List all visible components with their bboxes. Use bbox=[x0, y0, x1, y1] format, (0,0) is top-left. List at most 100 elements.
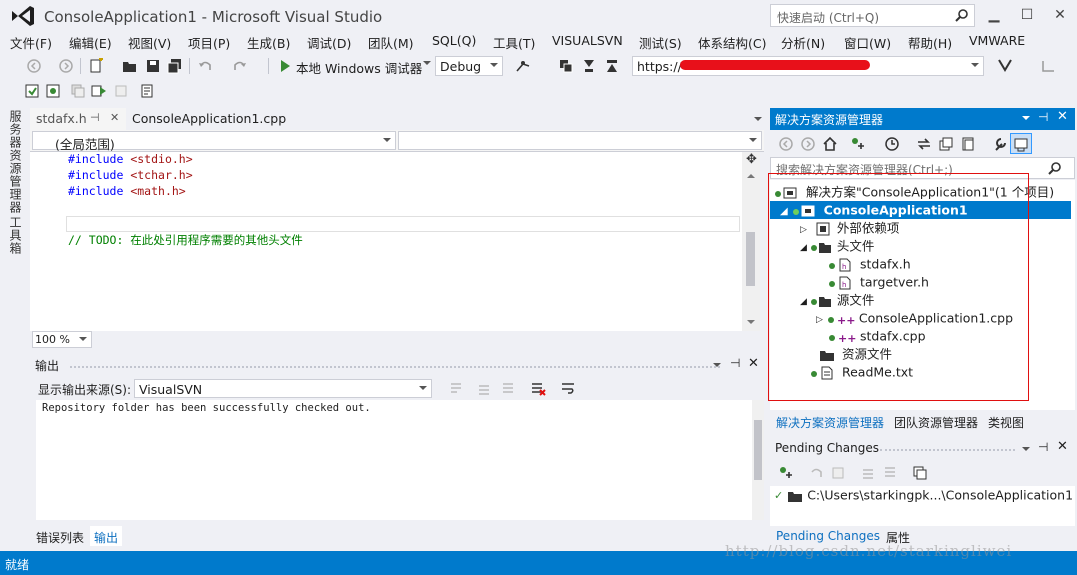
config-dropdown[interactable]: Debug bbox=[435, 56, 503, 76]
panel-menu-icon[interactable] bbox=[1022, 447, 1030, 451]
split-icon[interactable]: ✥ bbox=[746, 152, 757, 167]
menu-sql[interactable]: SQL(Q) bbox=[432, 33, 476, 48]
close-icon[interactable]: ✕ bbox=[748, 356, 759, 371]
revert-icon[interactable] bbox=[830, 465, 846, 481]
preview-toggle[interactable] bbox=[1010, 133, 1032, 154]
step-into-icon[interactable] bbox=[581, 58, 597, 74]
properties-icon[interactable] bbox=[992, 136, 1008, 152]
chevron-down-icon[interactable] bbox=[423, 61, 431, 65]
menu-team[interactable]: 团队(M) bbox=[368, 33, 414, 52]
home-icon[interactable] bbox=[822, 136, 838, 152]
menu-architecture[interactable]: 体系结构(C) bbox=[698, 33, 766, 52]
menu-analyze[interactable]: 分析(N) bbox=[781, 33, 825, 52]
scope-dropdown[interactable]: (全局范围) bbox=[32, 131, 396, 152]
tab-overflow-icon[interactable] bbox=[754, 117, 762, 121]
tab-team-explorer[interactable]: 团队资源管理器 bbox=[894, 414, 978, 431]
step-icon[interactable] bbox=[558, 58, 574, 74]
svn-run-icon[interactable] bbox=[91, 83, 107, 99]
pin-icon[interactable]: ⊣ bbox=[730, 356, 740, 370]
toolbox-tab[interactable]: 工具箱 bbox=[7, 216, 24, 255]
output-vertical-scrollbar[interactable] bbox=[752, 400, 764, 520]
tab-consoleapplication1-cpp[interactable]: ConsoleApplication1.cpp bbox=[126, 108, 326, 130]
member-dropdown[interactable] bbox=[398, 131, 762, 150]
pin-icon[interactable]: ⊣ bbox=[90, 111, 100, 124]
attach-process-icon[interactable] bbox=[515, 58, 531, 74]
refresh-icon[interactable] bbox=[778, 465, 794, 481]
menu-debug[interactable]: 调试(D) bbox=[307, 33, 351, 52]
undo-icon[interactable] bbox=[808, 465, 824, 481]
copy-icon[interactable] bbox=[912, 465, 928, 481]
menu-edit[interactable]: 编辑(E) bbox=[69, 33, 112, 52]
menu-vmware[interactable]: VMWARE bbox=[969, 33, 1025, 48]
svn-copy-icon[interactable] bbox=[70, 83, 86, 99]
menu-project[interactable]: 项目(P) bbox=[188, 33, 230, 52]
close-icon[interactable]: ✕ bbox=[110, 111, 119, 124]
output-source-dropdown[interactable]: VisualSVN bbox=[134, 379, 432, 398]
word-wrap-icon[interactable] bbox=[560, 381, 576, 397]
menu-tools[interactable]: 工具(T) bbox=[493, 33, 535, 52]
menu-help[interactable]: 帮助(H) bbox=[908, 33, 952, 52]
tab-stdafx-h[interactable]: stdafx.h ⊣ ✕ bbox=[30, 108, 126, 130]
svn-disabled-icon[interactable] bbox=[113, 83, 129, 99]
sync-icon[interactable] bbox=[916, 136, 932, 152]
show-all-files-icon[interactable] bbox=[960, 136, 976, 152]
pin-icon[interactable]: ⊣ bbox=[1038, 110, 1048, 124]
goto-next-icon[interactable] bbox=[500, 381, 516, 397]
clear-all-icon[interactable] bbox=[530, 381, 546, 397]
goto-prev-icon[interactable] bbox=[860, 465, 876, 481]
forward-icon[interactable] bbox=[58, 58, 74, 74]
back-icon[interactable] bbox=[778, 136, 794, 152]
goto-next-icon[interactable] bbox=[882, 465, 898, 481]
svn-commit-icon[interactable] bbox=[45, 83, 61, 99]
svn-blame-icon[interactable] bbox=[140, 83, 156, 99]
tab-error-list[interactable]: 错误列表 bbox=[36, 529, 84, 546]
menu-view[interactable]: 视图(V) bbox=[128, 33, 171, 52]
minimize-button[interactable]: ▁ bbox=[983, 6, 1005, 26]
panel-grip[interactable] bbox=[70, 366, 720, 368]
quick-launch-input[interactable]: 快速启动 (Ctrl+Q) bbox=[770, 4, 975, 27]
prev-message-icon[interactable] bbox=[448, 381, 464, 397]
layout-icon[interactable] bbox=[1040, 58, 1056, 74]
panel-grip[interactable] bbox=[880, 449, 1015, 451]
menu-window[interactable]: 窗口(W) bbox=[844, 33, 891, 52]
collapse-all-icon[interactable] bbox=[938, 136, 954, 152]
panel-menu-icon[interactable] bbox=[713, 363, 721, 367]
menu-build[interactable]: 生成(B) bbox=[247, 33, 290, 52]
pin-icon[interactable]: ⊣ bbox=[1038, 440, 1048, 454]
tab-solution-explorer[interactable]: 解决方案资源管理器 bbox=[776, 414, 884, 431]
forward-icon[interactable] bbox=[800, 136, 816, 152]
scrollbar-thumb[interactable] bbox=[754, 420, 762, 480]
menu-file[interactable]: 文件(F) bbox=[10, 33, 52, 52]
save-icon[interactable] bbox=[145, 58, 161, 74]
redo-icon[interactable] bbox=[232, 58, 248, 74]
back-icon[interactable] bbox=[26, 58, 42, 74]
code-editor[interactable]: #include <stdio.h> #include <tchar.h> #i… bbox=[48, 152, 742, 332]
panel-menu-icon[interactable] bbox=[1022, 116, 1030, 120]
close-icon[interactable]: ✕ bbox=[1057, 109, 1068, 124]
debugger-label[interactable]: 本地 Windows 调试器 bbox=[296, 58, 422, 77]
goto-prev-icon[interactable] bbox=[476, 381, 492, 397]
output-text-area[interactable]: Repository folder has been successfully … bbox=[36, 400, 752, 520]
server-explorer-tab[interactable]: 服务器资源管理器 bbox=[7, 110, 24, 214]
scrollbar-thumb[interactable] bbox=[746, 232, 755, 286]
menu-test[interactable]: 测试(S) bbox=[639, 33, 682, 52]
open-file-icon[interactable] bbox=[122, 58, 138, 74]
tab-pending-changes[interactable]: Pending Changes bbox=[776, 529, 880, 543]
filter-icon[interactable] bbox=[997, 58, 1013, 74]
restore-button[interactable]: ☐ bbox=[1016, 6, 1038, 26]
close-button[interactable]: ✕ bbox=[1049, 6, 1071, 26]
svn-status-icon[interactable] bbox=[850, 136, 866, 152]
svn-update-icon[interactable] bbox=[24, 83, 40, 99]
start-debugging-icon[interactable] bbox=[277, 58, 293, 74]
menu-visualsvn[interactable]: VISUALSVN bbox=[552, 33, 623, 48]
save-all-icon[interactable] bbox=[167, 58, 183, 74]
editor-vertical-scrollbar[interactable]: ✥ bbox=[742, 152, 760, 332]
step-out-icon[interactable] bbox=[604, 58, 620, 74]
zoom-dropdown[interactable]: 100 % bbox=[32, 331, 92, 348]
undo-icon[interactable] bbox=[197, 58, 213, 74]
tab-class-view[interactable]: 类视图 bbox=[988, 414, 1024, 431]
pending-change-item[interactable]: ✓ C:\Users\starkingpk...\ConsoleApplicat… bbox=[774, 486, 1073, 504]
new-project-icon[interactable] bbox=[88, 58, 104, 74]
tab-output[interactable]: 输出 bbox=[90, 526, 123, 546]
close-icon[interactable]: ✕ bbox=[1057, 439, 1068, 454]
